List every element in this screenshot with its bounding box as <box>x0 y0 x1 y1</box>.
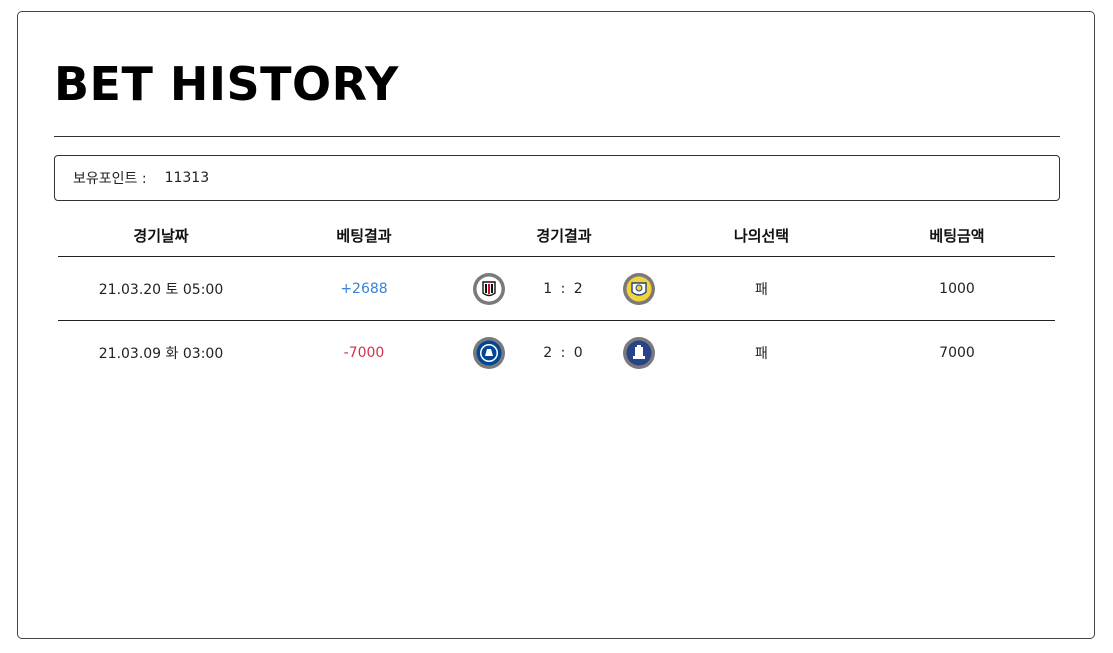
row-bet-amount: 1000 <box>939 280 975 297</box>
title-divider <box>54 136 1060 137</box>
header-bet-amount: 베팅금액 <box>929 226 985 245</box>
row-date: 21.03.20 토 05:00 <box>98 281 224 298</box>
row-bet-amount: 7000 <box>939 344 975 361</box>
points-label: 보유포인트 : <box>73 171 147 187</box>
chelsea-crest-icon <box>473 336 505 369</box>
bet-history-panel: BET HISTORY 보유포인트 : 11313 경기날짜 베팅결과 경기결과… <box>17 11 1095 639</box>
header-match-result: 경기결과 <box>536 226 592 245</box>
header-my-choice: 나의선택 <box>733 226 790 245</box>
leeds-crest-icon <box>623 272 655 305</box>
row-bet-result: +2688 <box>340 280 388 297</box>
table-row[interactable]: 21.03.20 토 05:00 +2688 1 : 2 패 1000 <box>58 257 1055 321</box>
page-title: BET HISTORY <box>54 57 399 111</box>
row-date: 21.03.09 화 03:00 <box>98 345 224 362</box>
row-my-choice: 패 <box>755 345 768 362</box>
points-box: 보유포인트 : 11313 <box>54 155 1060 201</box>
points-value: 11313 <box>164 170 210 186</box>
table-row[interactable]: 21.03.09 화 03:00 -7000 2 : 0 패 7000 <box>58 321 1055 384</box>
row-match-result: 1 : 2 <box>464 272 664 305</box>
table-header: 경기날짜 베팅결과 경기결과 나의선택 베팅금액 <box>58 214 1055 257</box>
row-my-choice: 패 <box>755 281 768 298</box>
row-bet-result: -7000 <box>343 344 385 361</box>
bet-history-table: 경기날짜 베팅결과 경기결과 나의선택 베팅금액 21.03.20 토 05:0… <box>58 214 1055 384</box>
header-date: 경기날짜 <box>133 226 189 245</box>
fulham-crest-icon <box>473 272 505 305</box>
row-match-result: 2 : 0 <box>464 336 664 369</box>
everton-crest-icon <box>623 336 655 369</box>
match-score: 1 : 2 <box>543 280 585 297</box>
header-bet-result: 베팅결과 <box>336 226 392 245</box>
match-score: 2 : 0 <box>543 344 585 361</box>
